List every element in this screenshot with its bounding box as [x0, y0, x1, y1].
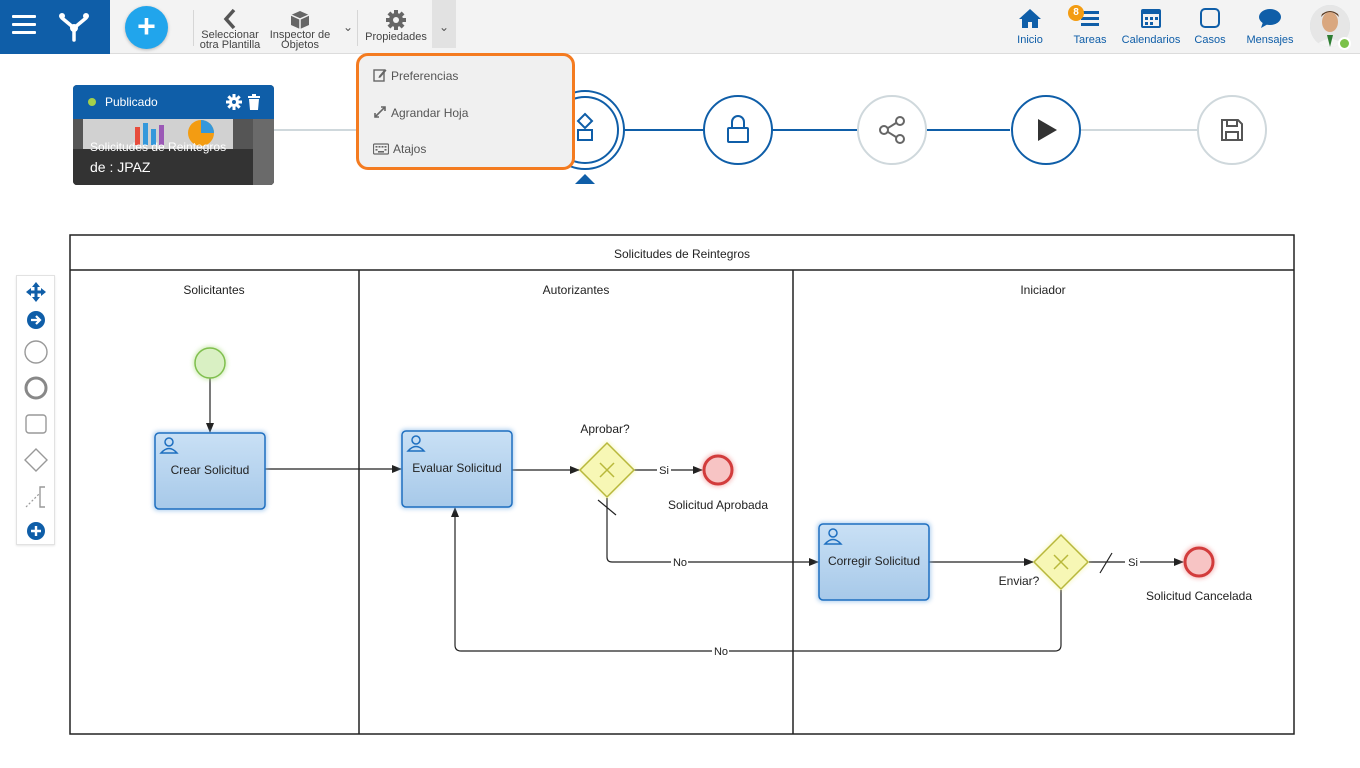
task-label: Evaluar Solicitud [412, 461, 501, 475]
task-label: Crear Solicitud [171, 463, 250, 477]
step-share[interactable] [857, 95, 927, 165]
gateway-label: Aprobar? [580, 422, 630, 436]
flow-label-no: No [714, 646, 728, 658]
toolbar-separator [357, 10, 358, 46]
end-event-label: Solicitud Aprobada [668, 498, 768, 512]
gateway-label: Enviar? [999, 574, 1040, 588]
calendar-icon [1141, 9, 1161, 28]
cases-icon [1200, 8, 1220, 28]
task-evaluar-solicitud[interactable]: Evaluar Solicitud [400, 429, 514, 509]
gateway-aprobar[interactable]: Aprobar? [578, 422, 636, 499]
annotation-tool-icon[interactable] [25, 486, 47, 508]
lane-autorizantes[interactable]: Autorizantes [543, 283, 610, 297]
user-task-icon [823, 528, 843, 545]
lane-iniciador[interactable]: Iniciador [1020, 283, 1065, 297]
chevron-down-icon: ⌄ [439, 20, 450, 34]
end-event-cancelada[interactable]: Solicitud Cancelada [1146, 545, 1252, 603]
end-event-label: Solicitud Cancelada [1146, 589, 1252, 603]
toolbar-separator [193, 10, 194, 46]
gear-icon [386, 10, 406, 30]
chevron-down-icon[interactable]: ⌄ [343, 20, 353, 34]
properties-label: Propiedades [365, 31, 427, 43]
nav-calendars-label: Calendarios [1121, 34, 1181, 46]
sequence-flows [206, 378, 1184, 652]
object-inspector-button[interactable]: Inspector de Objetos [266, 0, 334, 54]
properties-button[interactable]: Propiedades [362, 0, 430, 54]
hamburger-menu-icon[interactable] [12, 15, 36, 37]
nav-tasks-label: Tareas [1073, 34, 1107, 46]
lane-solicitantes[interactable]: Solicitantes [183, 283, 244, 297]
flow-label-si: Si [1128, 557, 1138, 569]
select-template-label-2: otra Plantilla [199, 39, 261, 51]
keyboard-icon [372, 143, 390, 155]
end-event-aprobada[interactable]: Solicitud Aprobada [668, 453, 768, 512]
pool-title: Solicitudes de Reintegros [614, 247, 750, 261]
default-flow-mark [1099, 552, 1113, 574]
active-step-marker [575, 174, 595, 184]
expand-icon [374, 106, 386, 118]
user-task-icon [159, 437, 179, 454]
select-template-button[interactable]: Seleccionar otra Plantilla [198, 0, 262, 54]
task-crear-solicitud[interactable]: Crear Solicitud [153, 431, 267, 511]
online-status-dot [1338, 37, 1351, 50]
task-corregir-solicitud[interactable]: Corregir Solicitud [817, 522, 931, 602]
flow-approve-no[interactable] [606, 498, 819, 566]
chat-bubble-icon [1259, 9, 1281, 28]
start-event-tool-icon[interactable] [24, 340, 48, 364]
menu-item-preferences[interactable]: Preferencias [373, 68, 458, 83]
flow-send-no[interactable] [451, 507, 1062, 652]
step-save[interactable] [1197, 95, 1267, 165]
flow-label-si: Si [659, 465, 669, 477]
move-tool-icon[interactable] [25, 281, 47, 303]
home-icon [1019, 9, 1041, 28]
step-play[interactable] [1011, 95, 1081, 165]
pool[interactable]: Solicitudes de Reintegros [69, 234, 1295, 735]
exclusive-x-icon [1053, 554, 1069, 570]
menu-item-label: Preferencias [391, 69, 459, 83]
properties-dropdown-menu: Preferencias Agrandar Hoja Atajos [356, 53, 575, 170]
start-event[interactable] [193, 346, 227, 380]
nav-cases-label: Casos [1194, 34, 1226, 46]
connect-tool-icon[interactable] [25, 309, 47, 331]
task-label: Corregir Solicitud [828, 554, 920, 568]
nav-messages[interactable]: Mensajes [1244, 6, 1296, 46]
menu-item-label: Agrandar Hoja [391, 106, 469, 120]
object-inspector-label-2: Objetos [281, 39, 319, 51]
user-task-icon [406, 435, 426, 452]
add-button[interactable]: + [125, 6, 168, 49]
nav-messages-label: Mensajes [1246, 34, 1294, 46]
edit-icon [373, 69, 387, 82]
cube-icon [290, 11, 310, 29]
nav-tasks[interactable]: 8 Tareas [1068, 5, 1108, 46]
step-lock[interactable] [703, 95, 773, 165]
nav-cases[interactable]: Casos [1192, 6, 1228, 46]
nav-home-label: Inicio [1017, 34, 1043, 46]
chevron-left-icon [223, 8, 236, 30]
end-event-tool-icon[interactable] [24, 376, 48, 400]
gateway-tool-icon[interactable] [24, 448, 48, 472]
bpmn-palette [16, 275, 55, 545]
task-tool-icon[interactable] [25, 413, 47, 435]
default-flow-mark [597, 499, 617, 516]
nav-calendars[interactable]: Calendarios [1120, 6, 1182, 46]
brand-area [0, 0, 110, 54]
tasks-count-badge: 8 [1068, 5, 1084, 21]
gateway-enviar[interactable]: Enviar? [999, 533, 1090, 591]
app-logo-icon[interactable] [56, 8, 92, 44]
flow-label-no: No [673, 557, 687, 569]
properties-dropdown-toggle[interactable]: ⌄ [432, 0, 456, 48]
menu-item-shortcuts[interactable]: Atajos [372, 142, 427, 156]
nav-home[interactable]: Inicio [1014, 6, 1046, 46]
menu-item-label: Atajos [393, 142, 427, 156]
more-tools-icon[interactable] [25, 520, 47, 542]
wizard-stepper [274, 90, 1267, 184]
exclusive-x-icon [599, 462, 615, 478]
menu-item-enlarge-sheet[interactable]: Agrandar Hoja [373, 105, 468, 120]
top-toolbar: + Seleccionar otra Plantilla Inspector d… [0, 0, 1360, 54]
